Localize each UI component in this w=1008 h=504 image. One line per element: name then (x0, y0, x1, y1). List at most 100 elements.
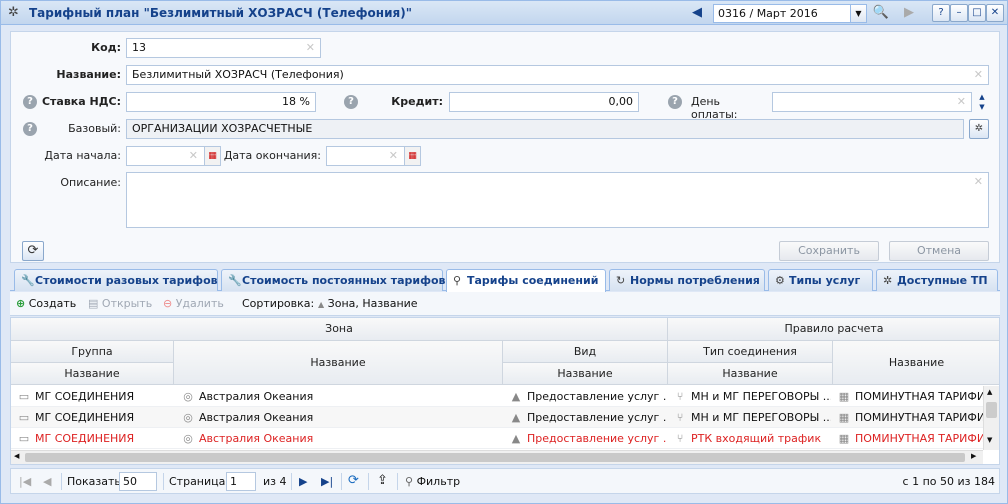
description-label: Описание: (60, 176, 121, 189)
base-field[interactable]: ОРГАНИЗАЦИИ ХОЗРАСЧЕТНЫЕ (126, 119, 964, 139)
description-field[interactable]: ✕ (126, 172, 989, 228)
table-row[interactable]: ▭ МГ СОЕДИНЕНИЯ ◎ Австралия Океания ▲ Предо… (11, 386, 983, 407)
help-icon[interactable]: ? (23, 95, 37, 109)
scroll-thumb[interactable] (986, 402, 997, 418)
save-button[interactable]: Сохранить (779, 241, 879, 261)
spinner-icon[interactable]: ▲ ▼ (975, 92, 989, 112)
header-rule-name[interactable]: Название (833, 341, 999, 385)
funnel-icon: ⚲ (405, 475, 414, 488)
start-date-field[interactable]: ✕ ▦ (126, 146, 221, 166)
help-icon[interactable]: ? (23, 122, 37, 136)
conn-text: РТК входящий трафик (691, 432, 822, 445)
clear-icon[interactable]: ✕ (306, 41, 315, 54)
tab-connection-tariffs[interactable]: ⚲ Тарифы соединений (446, 269, 606, 292)
cell-zone: ◎ Австралия Океания (181, 432, 501, 445)
scroll-thumb[interactable] (25, 453, 965, 462)
end-date-field[interactable]: ✕ ▦ (326, 146, 421, 166)
tab-available-plans[interactable]: ✲ Доступные ТП (876, 269, 998, 291)
grid-toolbar: ⊕ Создать ▤ Открыть ⊖ Удалить Сортировка… (10, 292, 1000, 316)
header-group[interactable]: Группа (11, 341, 174, 363)
prev-period-icon[interactable]: ◀ (687, 4, 707, 22)
open-label: Открыть (101, 297, 153, 310)
calendar-icon[interactable]: ▦ (404, 147, 420, 165)
tariff-form: Код: 13 ✕ Название: Безлимитный ХОЗРАСЧ (… (10, 31, 1000, 263)
group-text: МГ СОЕДИНЕНИЯ (35, 432, 135, 445)
export-icon[interactable]: ⇪ (377, 473, 388, 488)
clear-icon[interactable]: ✕ (189, 149, 198, 162)
header-conn-type-name[interactable]: Название (668, 363, 833, 385)
header-conn-type[interactable]: Тип соединения (668, 341, 833, 363)
filter-button[interactable]: ⚲ Фильтр (405, 475, 460, 488)
horizontal-scrollbar[interactable]: ◀ ▶ (11, 450, 983, 464)
minimize-button[interactable]: – (950, 4, 968, 22)
sort-value[interactable]: ▲ Зона, Название (318, 297, 418, 310)
tab-bar: 🔧Стоимости разовых тарифов 🔧Стоимость по… (10, 269, 1000, 292)
separator (368, 473, 369, 490)
credit-field[interactable]: 0,00 (449, 92, 639, 112)
cancel-button[interactable]: Отмена (889, 241, 989, 261)
calendar-icon[interactable]: ▦ (204, 147, 220, 165)
vertical-scrollbar[interactable]: ▲ ▼ (983, 386, 999, 450)
tab-one-time-tariffs[interactable]: 🔧Стоимости разовых тарифов (14, 269, 218, 291)
payday-label: День оплаты: (691, 95, 738, 121)
tab-label: Доступные ТП (897, 274, 988, 287)
window-title: Тарифный план "Безлимитный ХОЗРАСЧ (Теле… (29, 6, 412, 20)
tariff-plan-window: ✲ Тарифный план "Безлимитный ХОЗРАСЧ (Те… (0, 0, 1008, 504)
help-button[interactable]: ? (932, 4, 950, 22)
credit-value: 0,00 (608, 95, 634, 108)
search-icon[interactable]: 🔍 (871, 4, 891, 22)
clear-icon[interactable]: ✕ (957, 95, 966, 108)
code-field[interactable]: 13 ✕ (126, 38, 321, 58)
prev-page-icon[interactable]: ◀ (43, 475, 51, 488)
filter-label: Фильтр (416, 475, 461, 488)
chevron-down-icon[interactable]: ▼ (850, 5, 866, 22)
cell-kind: ▲ Предоставление услуг ... (509, 411, 666, 424)
header-zone-name[interactable]: Название (174, 341, 503, 385)
name-label: Название: (56, 68, 121, 81)
name-field[interactable]: Безлимитный ХОЗРАСЧ (Телефония) ✕ (126, 65, 989, 85)
clear-icon[interactable]: ✕ (974, 175, 983, 188)
maximize-button[interactable]: □ (968, 4, 986, 22)
period-select[interactable]: 0316 / Март 2016 ▼ (713, 4, 867, 23)
next-page-icon[interactable]: ▶ (299, 475, 307, 488)
scroll-up-icon[interactable]: ▲ (987, 388, 992, 396)
separator (163, 473, 164, 490)
scroll-down-icon[interactable]: ▼ (987, 436, 992, 444)
header-kind[interactable]: Вид (503, 341, 668, 363)
scroll-right-icon[interactable]: ▶ (971, 452, 976, 460)
last-page-icon[interactable]: ▶| (321, 475, 333, 488)
sort-asc-icon: ▲ (318, 300, 325, 309)
refresh-icon[interactable]: ⟳ (348, 473, 359, 488)
tab-consumption-norms[interactable]: ↻ Нормы потребления (609, 269, 765, 291)
triangle-icon: ▲ (511, 411, 521, 424)
credit-label: Кредит: (391, 95, 443, 108)
open-button[interactable]: ▤ Открыть (88, 297, 152, 310)
header-kind-name[interactable]: Название (503, 363, 668, 385)
select-base-button[interactable]: ✲ (969, 119, 989, 139)
conn-text: МН и МГ ПЕРЕГОВОРЫ ... (691, 411, 831, 424)
header-group-name[interactable]: Название (11, 363, 174, 385)
tab-permanent-tariffs[interactable]: 🔧Стоимость постоянных тарифов (221, 269, 446, 291)
vat-field[interactable]: 18 % (126, 92, 316, 112)
refresh-button[interactable]: ⟳ (22, 241, 44, 261)
first-page-icon[interactable]: |◀ (19, 475, 31, 488)
payday-field[interactable]: ✕ (772, 92, 972, 112)
create-button[interactable]: ⊕ Создать (16, 297, 76, 310)
page-size-input[interactable]: 50 (119, 472, 157, 491)
table-row[interactable]: ▭ МГ СОЕДИНЕНИЯ ◎ Австралия Океания ▲ Предо… (11, 407, 983, 428)
page-number-input[interactable]: 1 (226, 472, 256, 491)
calculator-icon: ▦ (838, 432, 850, 445)
help-icon[interactable]: ? (668, 95, 682, 109)
tab-service-types[interactable]: ⚙ Типы услуг (768, 269, 873, 291)
clear-icon[interactable]: ✕ (389, 149, 398, 162)
table-row[interactable]: ▭ МГ СОЕДИНЕНИЯ ◎ Австралия Океания ▲ Предо… (11, 428, 983, 449)
triangle-icon: ▲ (511, 390, 521, 403)
header-zone: Зона (11, 318, 668, 341)
delete-button[interactable]: ⊖ Удалить (163, 297, 224, 310)
next-period-icon[interactable]: ▶ (899, 4, 919, 22)
help-icon[interactable]: ? (344, 95, 358, 109)
clear-icon[interactable]: ✕ (974, 68, 983, 81)
base-value: ОРГАНИЗАЦИИ ХОЗРАСЧЕТНЫЕ (132, 122, 313, 135)
close-button[interactable]: ✕ (986, 4, 1004, 22)
scroll-left-icon[interactable]: ◀ (14, 452, 19, 460)
